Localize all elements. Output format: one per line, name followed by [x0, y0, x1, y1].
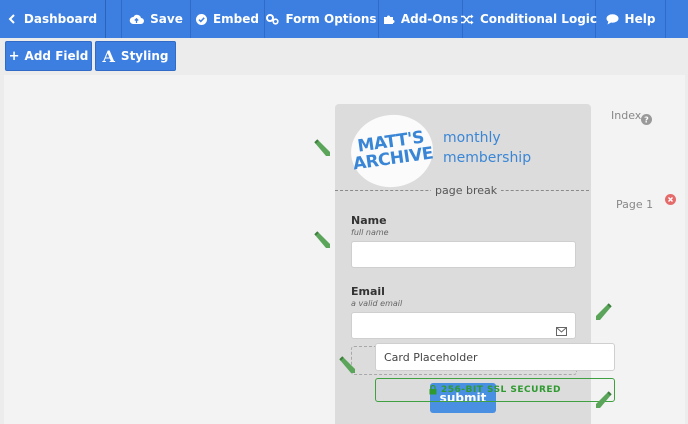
ssl-text: 256-BIT SSL SECURED [440, 385, 562, 395]
name-label: Name [351, 214, 387, 227]
page-1-tab[interactable]: Page 1 [616, 198, 653, 211]
nav-spacer [106, 0, 122, 38]
puzzle-icon [383, 13, 395, 25]
help-button[interactable]: Help [596, 0, 666, 38]
conditional-logic-label: Conditional Logic [479, 12, 598, 26]
edit-pencil-icon[interactable] [594, 390, 614, 410]
index-label[interactable]: Index [611, 109, 641, 122]
name-input[interactable] [351, 241, 576, 268]
email-input[interactable] [351, 312, 576, 339]
top-navbar: Dashboard Save Embed Form Options Add-On… [0, 0, 688, 38]
edit-pencil-icon[interactable] [312, 138, 332, 158]
styling-label: Styling [120, 49, 169, 63]
add-ons-label: Add-Ons [400, 12, 459, 26]
help-circle-icon[interactable]: ? [641, 110, 652, 129]
add-ons-button[interactable]: Add-Ons [379, 0, 463, 38]
dashboard-button[interactable]: Dashboard [0, 0, 106, 38]
add-field-button[interactable]: + Add Field [5, 41, 92, 71]
page-break-label: page break [431, 184, 502, 197]
form-options-button[interactable]: Form Options [265, 0, 379, 38]
styling-button[interactable]: A Styling [95, 41, 176, 71]
email-label: Email [351, 285, 385, 298]
cloud-upload-icon [129, 14, 145, 25]
save-label: Save [150, 12, 183, 26]
cogs-icon [266, 13, 280, 25]
embed-label: Embed [212, 12, 260, 26]
svg-text:?: ? [644, 116, 649, 125]
add-field-label: Add Field [24, 49, 89, 63]
name-sublabel: full name [351, 228, 389, 237]
card-placeholder-input[interactable]: Card Placeholder [375, 343, 615, 371]
speech-bubble-icon [606, 13, 619, 25]
form-title: monthly membership [443, 130, 532, 166]
styling-a-icon: A [102, 46, 115, 66]
ssl-secured-badge: 256-BIT SSL SECURED [375, 378, 615, 402]
chevron-left-icon [8, 14, 16, 24]
email-sublabel: a valid email [351, 299, 403, 308]
delete-page-icon[interactable] [665, 190, 676, 209]
help-label: Help [624, 12, 656, 26]
lock-icon [429, 385, 437, 395]
save-button[interactable]: Save [122, 0, 191, 38]
conditional-logic-button[interactable]: Conditional Logic [460, 0, 598, 38]
form-options-label: Form Options [285, 12, 377, 26]
edit-pencil-icon[interactable] [594, 302, 614, 322]
check-circle-icon [195, 13, 207, 25]
embed-button[interactable]: Embed [191, 0, 265, 38]
shuffle-icon [460, 14, 474, 25]
edit-pencil-icon[interactable] [337, 355, 357, 375]
envelope-icon [556, 321, 567, 340]
plus-icon: + [8, 48, 20, 64]
dashboard-label: Dashboard [23, 12, 98, 26]
edit-pencil-icon[interactable] [312, 230, 332, 250]
